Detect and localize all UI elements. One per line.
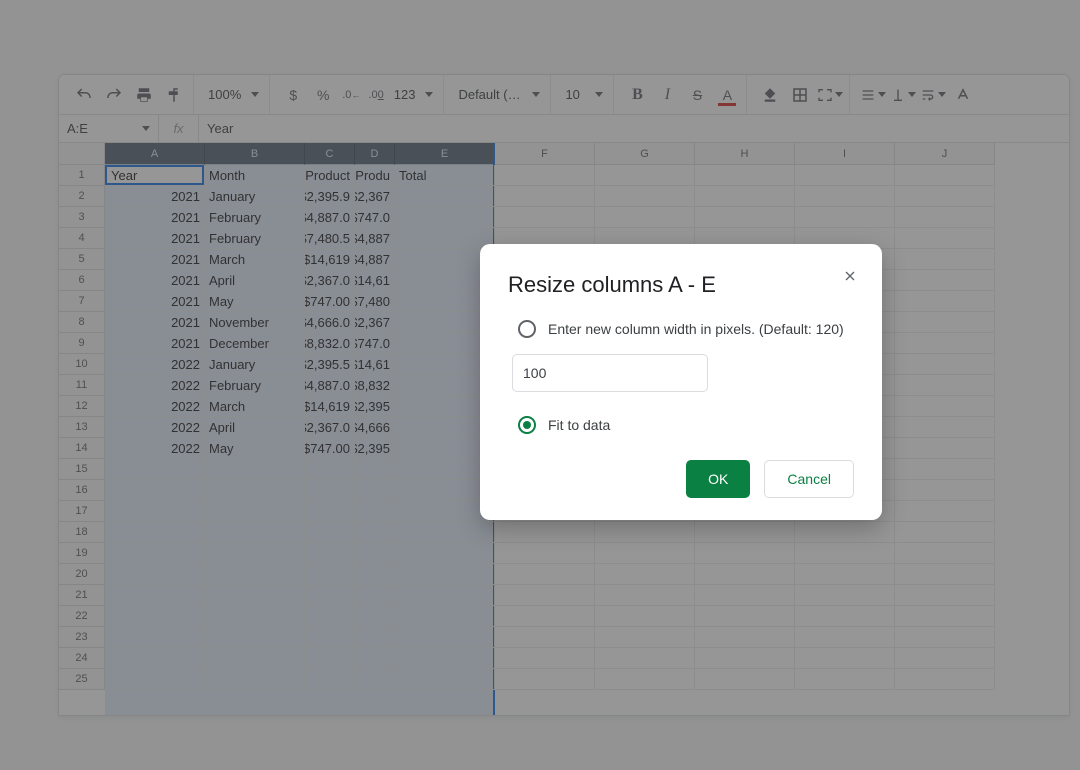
option-enter-width[interactable]: Enter new column width in pixels. (Defau… — [518, 320, 854, 338]
cancel-button[interactable]: Cancel — [764, 460, 854, 498]
option-fit-to-data-label: Fit to data — [548, 417, 610, 433]
radio-unchecked-icon — [518, 320, 536, 338]
dialog-actions: OK Cancel — [508, 460, 854, 498]
column-width-input[interactable] — [512, 354, 708, 392]
dialog-close-button[interactable] — [836, 262, 864, 290]
option-enter-width-label: Enter new column width in pixels. (Defau… — [548, 321, 844, 337]
ok-button[interactable]: OK — [686, 460, 750, 498]
resize-columns-dialog: Resize columns A - E Enter new column wi… — [480, 244, 882, 520]
radio-checked-icon — [518, 416, 536, 434]
dialog-title: Resize columns A - E — [508, 272, 854, 298]
option-fit-to-data[interactable]: Fit to data — [518, 416, 854, 434]
